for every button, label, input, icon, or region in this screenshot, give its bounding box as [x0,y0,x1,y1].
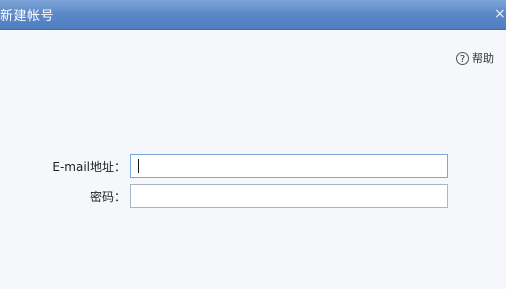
question-circle-icon: ? [456,51,469,65]
email-label: E-mail地址： [52,160,126,174]
dialog-title: 新建帐号 [0,9,55,24]
email-row: E-mail地址： [0,154,506,178]
help-label: 帮助 [472,52,494,65]
close-button[interactable]: × [494,5,506,23]
password-label: 密码： [89,190,126,204]
title-bar[interactable]: 新建帐号 × [0,0,506,30]
password-row: 密码： [0,184,506,208]
password-input[interactable] [130,184,448,208]
new-account-dialog: 新建帐号 × ? 帮助 E-mail地址： 密码： [0,0,506,289]
close-icon: × [494,6,506,22]
help-link[interactable]: ? 帮助 [456,50,494,66]
email-input[interactable] [130,154,448,178]
text-caret [138,159,139,173]
